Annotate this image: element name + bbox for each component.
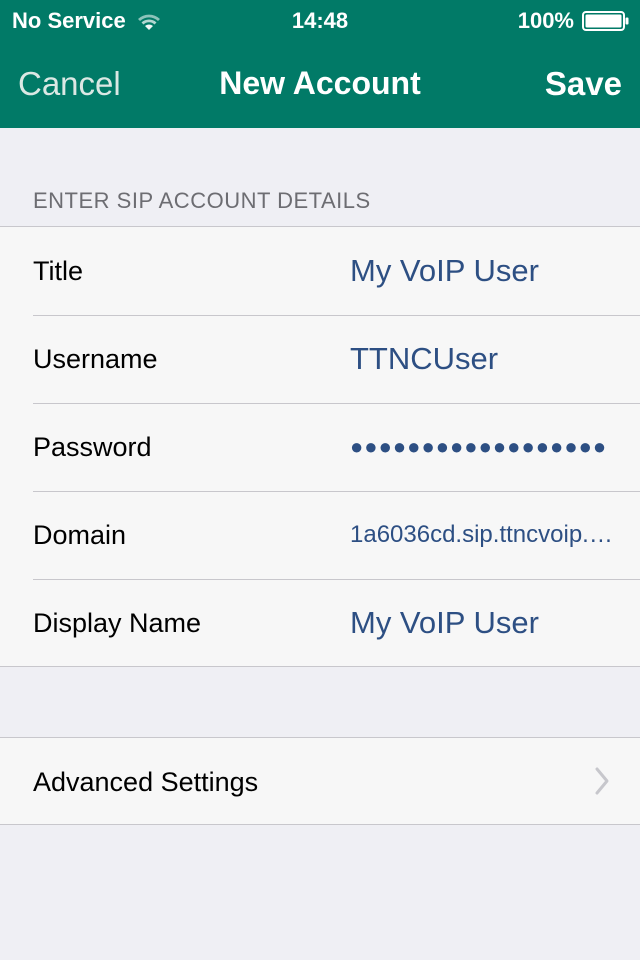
field-label-password: Password xyxy=(33,431,152,462)
username-input[interactable]: TTNCUser xyxy=(350,341,614,377)
battery-icon xyxy=(582,11,629,31)
password-input[interactable]: ●●●●●●●●●●●●●●●●●● xyxy=(350,434,614,460)
account-details-group: Title My VoIP User Username TTNCUser Pas… xyxy=(0,226,640,667)
field-row-display-name[interactable]: Display Name My VoIP User xyxy=(0,579,640,667)
advanced-settings-item[interactable]: Advanced Settings xyxy=(0,738,640,826)
save-button[interactable]: Save xyxy=(545,65,622,103)
app-header: No Service 14:48 100% Cancel New Account… xyxy=(0,0,640,128)
field-label-title: Title xyxy=(33,255,84,286)
domain-input[interactable]: 1a6036cd.sip.ttncvoip.com xyxy=(350,521,614,549)
chevron-right-icon xyxy=(595,767,609,795)
field-label-username: Username xyxy=(33,343,158,374)
status-right: 100% xyxy=(518,8,630,34)
status-bar: No Service 14:48 100% xyxy=(0,0,640,40)
section-header: ENTER SIP ACCOUNT DETAILS xyxy=(33,188,371,213)
field-row-password[interactable]: Password ●●●●●●●●●●●●●●●●●● xyxy=(0,403,640,491)
title-input[interactable]: My VoIP User xyxy=(350,253,614,289)
field-label-domain: Domain xyxy=(33,519,127,550)
field-row-domain[interactable]: Domain 1a6036cd.sip.ttncvoip.com xyxy=(0,491,640,579)
advanced-settings-label: Advanced Settings xyxy=(33,766,259,797)
nav-bar: Cancel New Account Save xyxy=(0,60,640,110)
display-name-input[interactable]: My VoIP User xyxy=(350,605,614,641)
field-row-title[interactable]: Title My VoIP User xyxy=(0,227,640,315)
field-row-username[interactable]: Username TTNCUser xyxy=(0,315,640,403)
battery-percent: 100% xyxy=(517,8,574,33)
field-label-display-name: Display Name xyxy=(33,607,202,638)
advanced-settings-row[interactable]: Advanced Settings xyxy=(0,737,640,825)
